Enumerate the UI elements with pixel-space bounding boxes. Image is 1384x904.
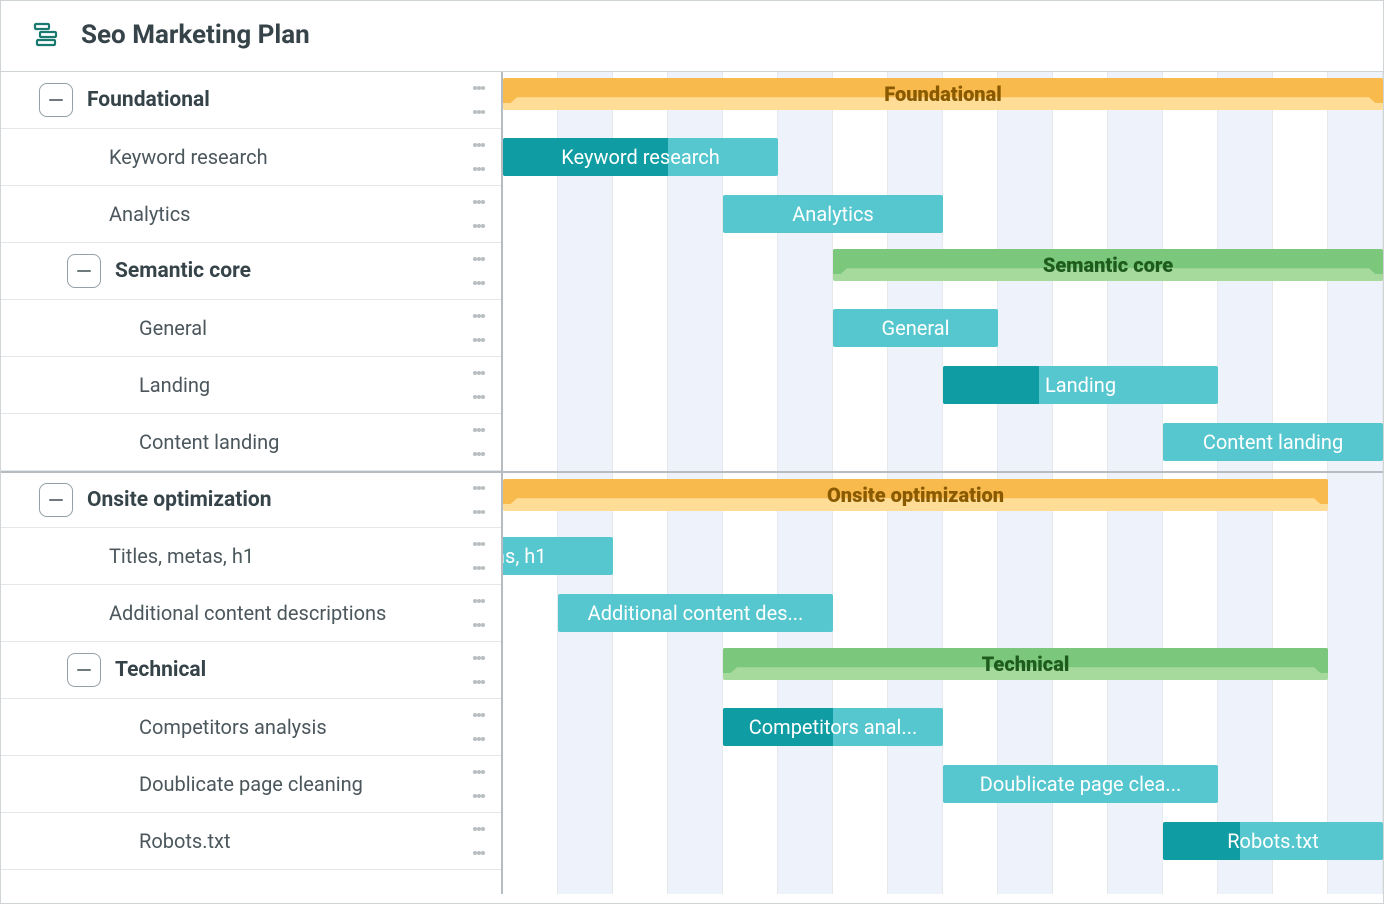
drag-handle-icon[interactable] <box>473 143 485 171</box>
row-label: Additional content descriptions <box>109 601 386 625</box>
tree-row-analytics[interactable]: Analytics <box>1 186 501 243</box>
bar-label: General <box>881 316 949 340</box>
collapse-button[interactable] <box>39 483 73 517</box>
timeline-lane: Onsite optimization <box>503 471 1383 528</box>
collapse-button[interactable] <box>67 653 101 687</box>
app-window: Seo Marketing Plan Foundational Keyword r… <box>0 0 1384 904</box>
drag-handle-icon[interactable] <box>473 656 485 684</box>
row-label: Foundational <box>87 88 210 112</box>
drag-handle-icon[interactable] <box>473 86 485 114</box>
tree-row-competitors[interactable]: Competitors analysis <box>1 699 501 756</box>
bar-label: Additional content des... <box>588 601 804 625</box>
title-bar: Seo Marketing Plan <box>1 1 1383 71</box>
timeline-lane: Landing <box>503 357 1383 414</box>
group-bar-technical[interactable]: Technical <box>723 648 1328 680</box>
timeline-lane: Keyword research <box>503 129 1383 186</box>
tree-row-semcore[interactable]: Semantic core <box>1 243 501 300</box>
group-bar-semcore[interactable]: Semantic core <box>833 249 1383 281</box>
tree-row-general[interactable]: General <box>1 300 501 357</box>
content-body: Foundational Keyword research Analytics Sem… <box>1 71 1383 894</box>
drag-handle-icon[interactable] <box>473 542 485 570</box>
row-label: Doublicate page cleaning <box>139 772 363 796</box>
drag-handle-icon[interactable] <box>473 200 485 228</box>
drag-handle-icon[interactable] <box>473 314 485 342</box>
bar-label: Doublicate page clea... <box>980 772 1182 796</box>
bar-label: Analytics <box>792 202 874 226</box>
tree-row-onsite[interactable]: Onsite optimization <box>1 471 501 528</box>
timeline-lane: Content landing <box>503 414 1383 471</box>
timeline-lane: metas, h1 <box>503 528 1383 585</box>
row-label: Landing <box>139 373 210 397</box>
task-bar-analytics[interactable]: Analytics <box>723 195 943 233</box>
gantt-icon <box>31 19 63 51</box>
timeline-lane: Doublicate page clea... <box>503 756 1383 813</box>
tree-row-dupclean[interactable]: Doublicate page cleaning <box>1 756 501 813</box>
group-bar-foundational[interactable]: Foundational <box>503 78 1383 110</box>
row-label: Content landing <box>139 430 279 454</box>
drag-handle-icon[interactable] <box>473 827 485 855</box>
bar-label: Keyword research <box>561 145 720 169</box>
drag-handle-icon[interactable] <box>473 770 485 798</box>
row-label: Semantic core <box>115 259 251 283</box>
tree-row-technical[interactable]: Technical <box>1 642 501 699</box>
timeline-lane: Technical <box>503 642 1383 699</box>
row-label: Onsite optimization <box>87 488 272 512</box>
task-bar-contentlanding[interactable]: Content landing <box>1163 423 1383 461</box>
timeline-lane: Semantic core <box>503 243 1383 300</box>
bar-label: Foundational <box>884 82 1001 106</box>
group-bar-onsite[interactable]: Onsite optimization <box>503 479 1328 511</box>
drag-handle-icon[interactable] <box>473 713 485 741</box>
timeline-lane: General <box>503 300 1383 357</box>
row-label: Analytics <box>109 202 191 226</box>
collapse-button[interactable] <box>67 254 101 288</box>
timeline-panel: Foundational Keyword research Analytics Sem… <box>503 72 1383 894</box>
timeline-lane: Robots.txt <box>503 813 1383 870</box>
task-bar-kw[interactable]: Keyword research <box>503 138 778 176</box>
collapse-button[interactable] <box>39 83 73 117</box>
tree-row-kw[interactable]: Keyword research <box>1 129 501 186</box>
row-label: Technical <box>115 658 206 682</box>
row-label: Titles, metas, h1 <box>109 544 254 568</box>
row-label: Keyword research <box>109 145 268 169</box>
bar-label: Robots.txt <box>1227 829 1319 853</box>
row-label: Competitors analysis <box>139 715 327 739</box>
task-bar-competitors[interactable]: Competitors anal... <box>723 708 943 746</box>
tree-row-robots[interactable]: Robots.txt <box>1 813 501 870</box>
tree-row-landing[interactable]: Landing <box>1 357 501 414</box>
drag-handle-icon[interactable] <box>473 257 485 285</box>
bar-label: Semantic core <box>1043 253 1173 277</box>
bar-label: Competitors anal... <box>749 715 918 739</box>
bar-label: metas, h1 <box>503 544 547 568</box>
drag-handle-icon[interactable] <box>473 599 485 627</box>
timeline-lane: Foundational <box>503 72 1383 129</box>
timeline-lane: Competitors anal... <box>503 699 1383 756</box>
bar-label: Technical <box>982 652 1070 676</box>
timeline-lane: Analytics <box>503 186 1383 243</box>
bar-label: Landing <box>1045 373 1116 397</box>
task-bar-titles[interactable]: metas, h1 <box>503 537 613 575</box>
bar-label: Onsite optimization <box>827 483 1004 507</box>
tree-row-addcontent[interactable]: Additional content descriptions <box>1 585 501 642</box>
tree-row-titles[interactable]: Titles, metas, h1 <box>1 528 501 585</box>
drag-handle-icon[interactable] <box>473 371 485 399</box>
task-bar-dupclean[interactable]: Doublicate page clea... <box>943 765 1218 803</box>
tree-row-foundational[interactable]: Foundational <box>1 72 501 129</box>
timeline-rows: Foundational Keyword research Analytics Sem… <box>503 72 1383 894</box>
drag-handle-icon[interactable] <box>473 486 485 514</box>
task-bar-landing[interactable]: Landing <box>943 366 1218 404</box>
task-bar-general[interactable]: General <box>833 309 998 347</box>
drag-handle-icon[interactable] <box>473 428 485 456</box>
page-title: Seo Marketing Plan <box>81 20 310 50</box>
task-bar-robots[interactable]: Robots.txt <box>1163 822 1383 860</box>
task-tree: Foundational Keyword research Analytics Sem… <box>1 72 503 894</box>
tree-row-contentlanding[interactable]: Content landing <box>1 414 501 471</box>
task-bar-addcontent[interactable]: Additional content des... <box>558 594 833 632</box>
row-label: General <box>139 316 207 340</box>
bar-label: Content landing <box>1203 430 1343 454</box>
timeline-lane: Additional content des... <box>503 585 1383 642</box>
row-label: Robots.txt <box>139 829 231 853</box>
